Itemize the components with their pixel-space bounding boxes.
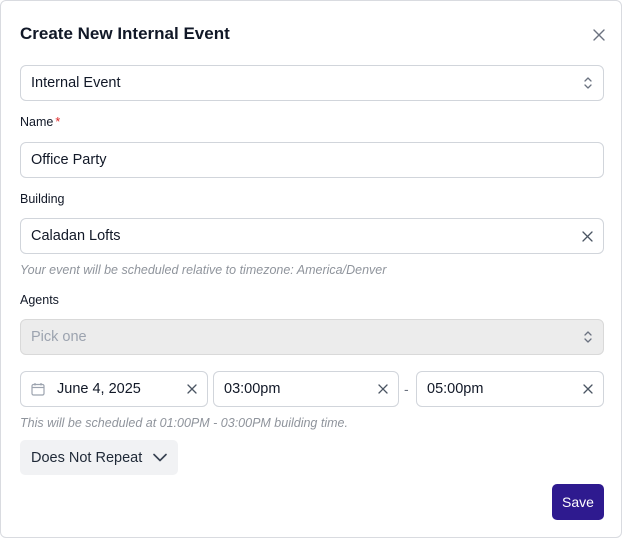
required-marker: * [55, 115, 61, 129]
start-time-field[interactable]: 03:00pm [213, 371, 399, 407]
calendar-icon [31, 382, 45, 396]
event-type-value: Internal Event [31, 75, 121, 91]
building-time-hint: This will be scheduled at 01:00PM - 03:0… [20, 416, 348, 430]
close-button[interactable] [590, 26, 608, 44]
building-label: Building [20, 192, 65, 206]
date-value: June 4, 2025 [57, 381, 141, 397]
clear-x-icon [582, 230, 593, 242]
chevron-down-icon [153, 453, 167, 462]
clear-date-button[interactable] [187, 384, 197, 394]
end-time-value: 05:00pm [427, 381, 484, 397]
clear-end-time-button[interactable] [583, 384, 593, 394]
clear-x-icon [378, 384, 388, 394]
end-time-field[interactable]: 05:00pm [416, 371, 604, 407]
timezone-hint: Your event will be scheduled relative to… [20, 263, 387, 277]
building-select[interactable]: Caladan Lofts [20, 218, 604, 254]
agents-placeholder: Pick one [31, 329, 87, 345]
agents-select[interactable]: Pick one [20, 319, 604, 355]
date-field[interactable]: June 4, 2025 [20, 371, 208, 407]
save-button[interactable]: Save [552, 484, 604, 520]
agents-label: Agents [20, 293, 59, 307]
repeat-dropdown[interactable]: Does Not Repeat [20, 440, 178, 475]
name-field[interactable]: Office Party [20, 142, 604, 178]
clear-x-icon [187, 384, 197, 394]
time-range-separator: - [404, 381, 409, 397]
clear-start-time-button[interactable] [378, 384, 388, 394]
start-time-value: 03:00pm [224, 381, 281, 397]
building-value: Caladan Lofts [31, 228, 121, 244]
chevron-up-down-icon [583, 76, 593, 90]
dialog-title: Create New Internal Event [20, 24, 230, 43]
clear-x-icon [583, 384, 593, 394]
chevron-up-down-icon [583, 330, 593, 344]
repeat-value: Does Not Repeat [31, 449, 143, 466]
clear-building-button[interactable] [582, 230, 593, 242]
close-icon [593, 29, 605, 41]
name-label: Name * [20, 115, 60, 129]
name-value: Office Party [31, 152, 107, 168]
create-event-dialog: Create New Internal Event Internal Event… [0, 0, 622, 538]
name-label-text: Name [20, 115, 54, 129]
event-type-select[interactable]: Internal Event [20, 65, 604, 101]
